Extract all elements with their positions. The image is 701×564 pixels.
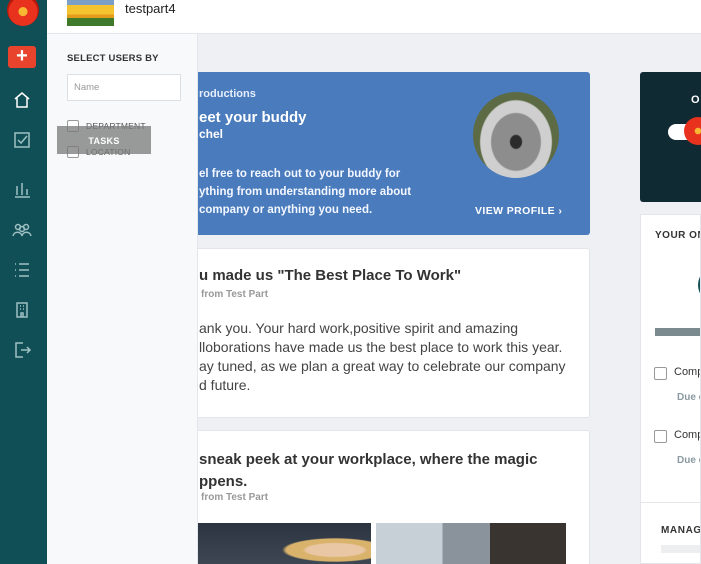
post-body-line: ay tuned, as we plan a great way to cele… [199,358,566,374]
user-avatar[interactable] [67,0,114,26]
post-body: ank you. Your hard work,positive spirit … [199,319,583,395]
post-title: sneak peek at your workplace, where the … [199,449,579,493]
toggle-knob[interactable] [684,117,701,145]
post-body-line: d future. [199,377,251,393]
description-line: ything from understanding more about [199,186,412,198]
description-line: company or anything you need. [199,204,373,216]
logout-icon[interactable] [12,340,32,360]
manage-bar [661,545,700,553]
task-label: Comp [674,366,701,378]
onboarding-panel: YOUR ON Comp Due o Comp Due o MANAG [640,214,701,564]
list-icon[interactable] [12,260,32,280]
tasks-tooltip: TASKS [57,126,151,154]
user-filter-drawer: SELECT USERS BY DEPARTMENT LOCATION [47,34,198,564]
buddy-name: chel [199,127,224,141]
buddy-card: roductions eet your buddy chel el free t… [190,72,590,235]
post-photo[interactable] [376,523,566,564]
post-card: sneak peek at your workplace, where the … [190,430,590,564]
people-icon[interactable] [12,220,32,240]
onboarding-panel-title: YOUR ON [655,230,701,241]
analytics-icon[interactable] [12,180,32,200]
building-icon[interactable] [12,300,32,320]
post-title-line: sneak peek at your workplace, where the … [199,451,538,468]
top-bar: testpart4 [47,0,701,34]
post-body-line: lloborations have made us the best place… [199,339,563,355]
name-search-input[interactable] [67,74,181,101]
task-checkbox[interactable] [654,430,667,443]
post-title: u made us "The Best Place To Work" [199,267,462,284]
task-label: Comp [674,429,701,441]
divider [641,502,700,503]
home-icon[interactable] [12,90,32,110]
post-photo[interactable] [191,523,371,564]
task-due: Due o [677,455,700,466]
tasks-icon[interactable] [12,130,32,150]
post-author: from Test Part [201,492,269,503]
post-title-line: ppens. [199,473,248,490]
left-rail: + [0,0,47,564]
buddy-photo [473,92,559,178]
task-checkbox[interactable] [654,367,667,380]
user-name: testpart4 [125,1,176,16]
post-author: from Test Part [201,289,269,300]
post-card: u made us "The Best Place To Work" from … [190,248,590,418]
company-logo[interactable] [7,0,39,26]
task-due: Due o [677,392,700,403]
manage-title: MANAG [661,525,701,536]
onboarding-toggle-card: O [640,72,701,202]
add-button[interactable]: + [8,46,36,68]
buddy-card-label: roductions [199,88,256,100]
buddy-description: el free to reach out to your buddy for y… [199,165,419,219]
post-body-line: ank you. Your hard work,positive spirit … [199,320,519,336]
toggle-card-label: O [691,94,700,106]
filter-title: SELECT USERS BY [67,53,159,64]
view-profile-link[interactable]: VIEW PROFILE › [475,205,562,217]
buddy-card-title: eet your buddy [199,109,307,126]
progress-bar [655,328,700,336]
description-line: el free to reach out to your buddy for [199,168,401,180]
